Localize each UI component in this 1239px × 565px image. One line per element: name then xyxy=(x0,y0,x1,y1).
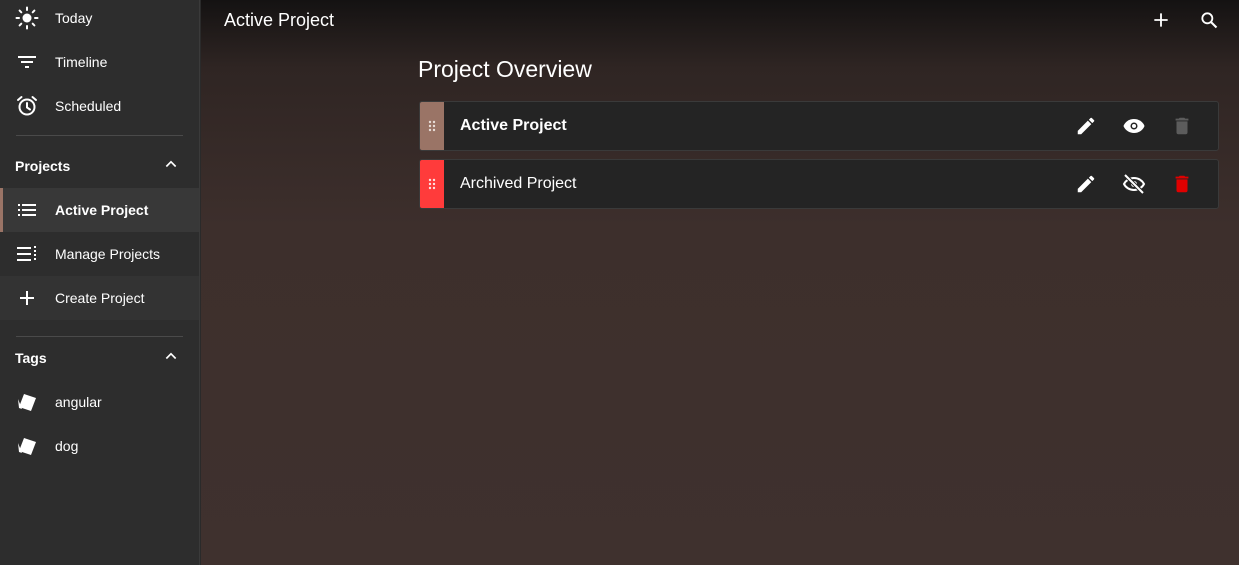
eye-visible-icon[interactable] xyxy=(1122,114,1146,138)
tags-section-header[interactable]: Tags xyxy=(0,336,199,380)
plus-icon xyxy=(15,286,39,310)
drag-handle-icon[interactable] xyxy=(420,102,444,150)
project-name: Active Project xyxy=(460,117,567,134)
list-icon xyxy=(15,198,39,222)
manage-list-icon xyxy=(15,242,39,266)
edit-pencil-icon[interactable] xyxy=(1074,172,1098,196)
sidebar-item-active-project[interactable]: Active Project xyxy=(0,188,199,232)
alarm-clock-icon xyxy=(15,94,39,118)
sidebar-divider xyxy=(16,135,183,136)
sidebar: Today Timeline Scheduled Projects Active… xyxy=(0,0,200,565)
page-title: Project Overview xyxy=(418,56,592,82)
nav-label-timeline: Timeline xyxy=(55,54,108,70)
drag-handle-icon[interactable] xyxy=(420,160,444,208)
main-content: Active Project Project Overview Active P… xyxy=(201,0,1239,565)
tags-section-title: Tags xyxy=(15,350,47,366)
edit-pencil-icon[interactable] xyxy=(1074,114,1098,138)
nav-item-timeline[interactable]: Timeline xyxy=(0,40,199,84)
tag-icon xyxy=(15,390,39,414)
sidebar-item-label: Active Project xyxy=(55,202,149,218)
filter-list-icon xyxy=(15,50,39,74)
sidebar-item-label: angular xyxy=(55,394,102,410)
nav-item-scheduled[interactable]: Scheduled xyxy=(0,84,199,128)
delete-trash-icon[interactable] xyxy=(1170,172,1194,196)
header-title: Active Project xyxy=(224,10,335,30)
sun-icon xyxy=(15,6,39,30)
add-icon[interactable] xyxy=(1149,8,1173,32)
projects-section-header[interactable]: Projects xyxy=(0,144,199,188)
project-row-active: Active Project xyxy=(419,101,1219,151)
sidebar-item-tag-dog[interactable]: dog xyxy=(0,424,199,468)
sidebar-item-label: Manage Projects xyxy=(55,246,161,262)
nav-label-scheduled: Scheduled xyxy=(55,98,122,114)
sidebar-item-tag-angular[interactable]: angular xyxy=(0,380,199,424)
sidebar-item-manage-projects[interactable]: Manage Projects xyxy=(0,232,199,276)
top-bar: Active Project xyxy=(201,0,1239,40)
sidebar-item-label: Create Project xyxy=(55,290,145,306)
sidebar-item-label: dog xyxy=(55,438,79,454)
sidebar-item-create-project[interactable]: Create Project xyxy=(0,276,199,320)
eye-off-icon[interactable] xyxy=(1122,172,1146,196)
nav-label-today: Today xyxy=(55,10,93,26)
project-row-archived: Archived Project xyxy=(419,159,1219,209)
chevron-up-icon[interactable] xyxy=(163,157,179,176)
nav-item-today[interactable]: Today xyxy=(0,0,199,40)
projects-section-title: Projects xyxy=(15,158,71,174)
search-icon[interactable] xyxy=(1197,8,1221,32)
tag-icon xyxy=(15,434,39,458)
project-name: Archived Project xyxy=(460,175,577,192)
delete-trash-icon[interactable] xyxy=(1170,114,1194,138)
chevron-up-icon[interactable] xyxy=(163,349,179,368)
